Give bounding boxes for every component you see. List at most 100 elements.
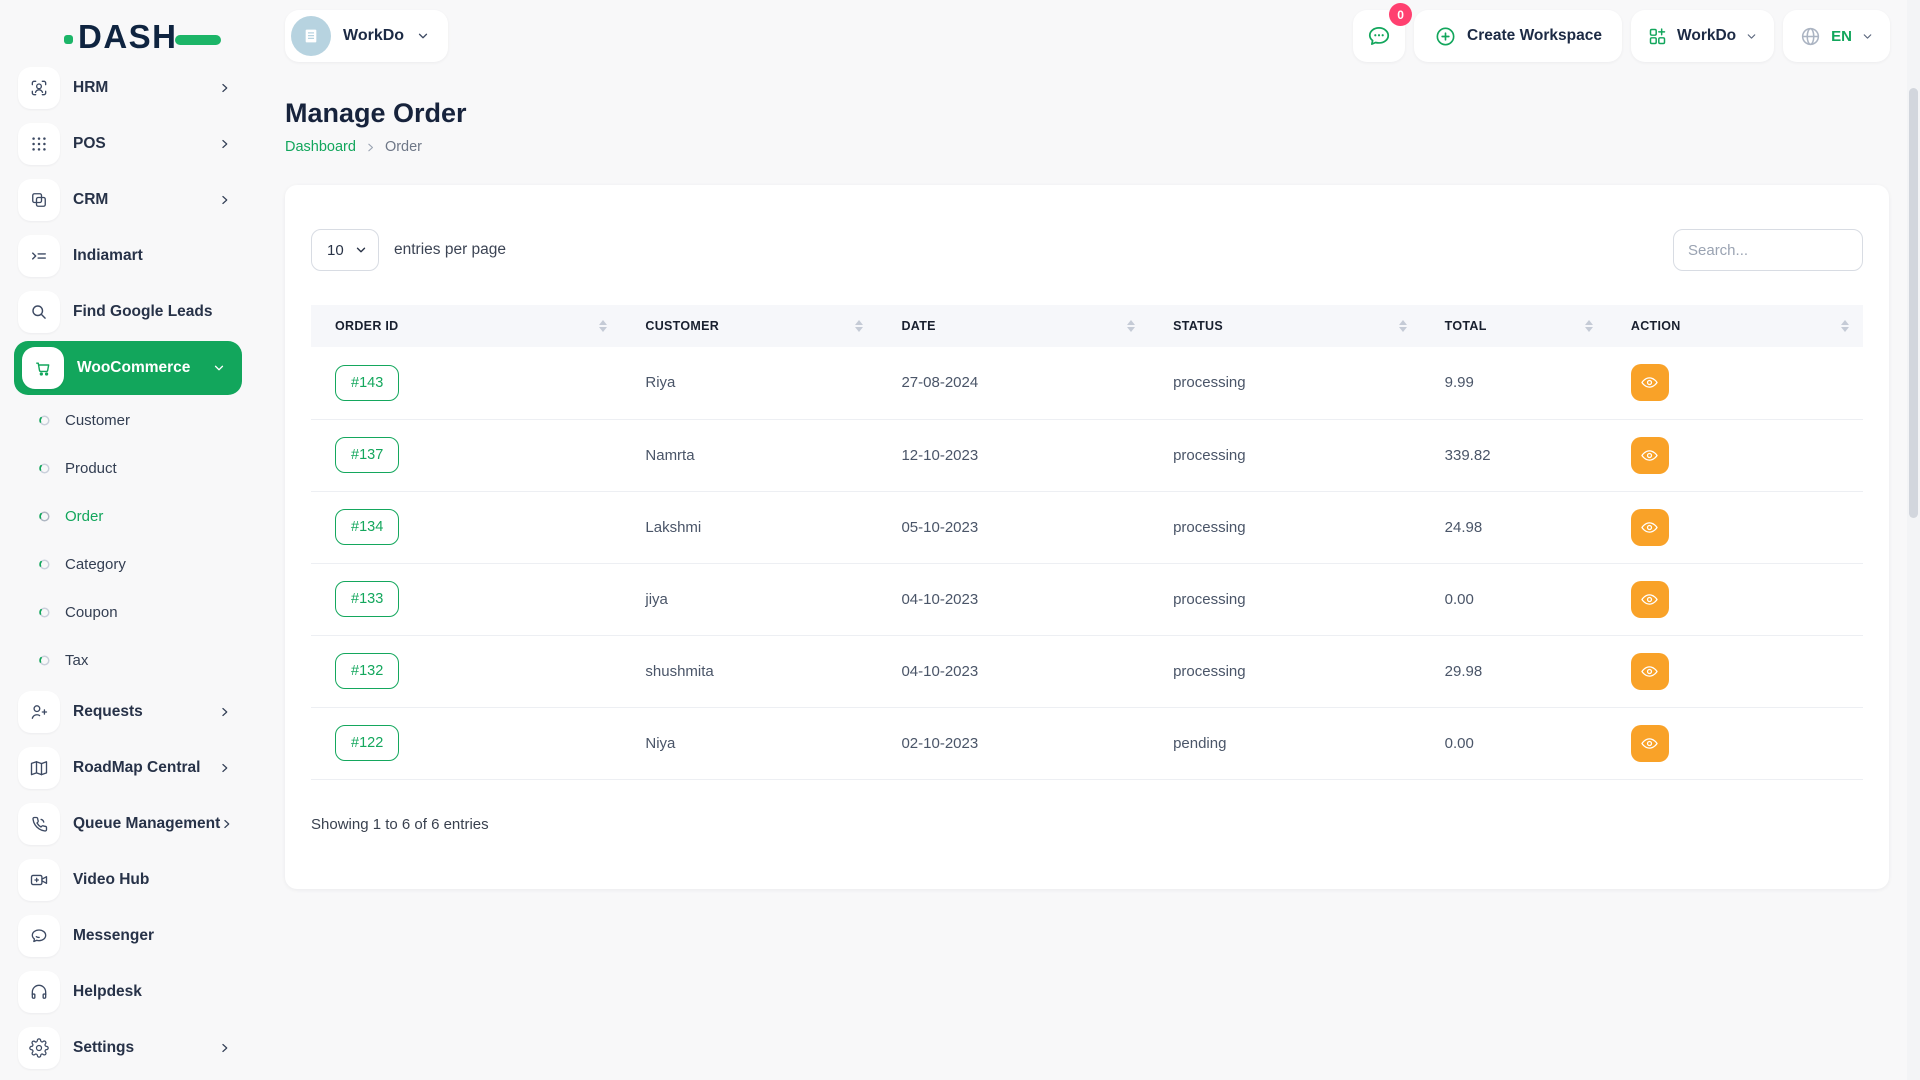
table-row: #143 Riya 27-08-2024 processing 9.99 <box>311 347 1863 419</box>
sidebar-item-label: Queue Management <box>73 815 220 833</box>
chevron-right-icon <box>218 761 232 775</box>
workspace-name: WorkDo <box>343 27 404 45</box>
bullet-icon <box>38 606 51 619</box>
orders-table-body: #143 Riya 27-08-2024 processing 9.99 #13… <box>311 347 1863 779</box>
date-cell: 27-08-2024 <box>877 347 1149 419</box>
status-cell: processing <box>1149 419 1421 491</box>
action-cell <box>1607 635 1863 707</box>
column-header-date[interactable]: DATE <box>877 305 1149 347</box>
column-header-total[interactable]: TOTAL <box>1421 305 1607 347</box>
order-id-cell: #134 <box>311 491 621 563</box>
sidebar-item-indiamart[interactable]: Indiamart <box>0 228 252 284</box>
sidebar-item-label: Video Hub <box>73 871 232 889</box>
chevron-right-icon <box>220 817 234 831</box>
chat-icon <box>1366 23 1392 49</box>
sidebar-item-settings[interactable]: Settings <box>0 1020 252 1076</box>
sidebar-subitem-product[interactable]: Product <box>0 444 252 492</box>
total-cell: 0.00 <box>1421 707 1607 779</box>
chevron-down-icon <box>416 29 430 43</box>
sidebar-item-label: RoadMap Central <box>73 759 218 777</box>
workspace-selector[interactable]: WorkDo <box>285 10 448 62</box>
view-order-button[interactable] <box>1631 364 1669 401</box>
eye-icon <box>1640 373 1659 392</box>
sidebar-item-crm[interactable]: CRM <box>0 172 252 228</box>
order-id-badge[interactable]: #134 <box>335 509 399 545</box>
bullet-icon <box>38 414 51 427</box>
table-row: #134 Lakshmi 05-10-2023 processing 24.98 <box>311 491 1863 563</box>
view-order-button[interactable] <box>1631 725 1669 762</box>
breadcrumb-dashboard-link[interactable]: Dashboard <box>285 139 356 155</box>
sidebar-item-label: Find Google Leads <box>73 303 232 321</box>
sidebar-item-label: WooCommerce <box>77 359 212 377</box>
main-content: Manage Order Dashboard Order 10 entries … <box>252 72 1920 889</box>
order-id-badge[interactable]: #137 <box>335 437 399 473</box>
sidebar-item-helpdesk[interactable]: Helpdesk <box>0 964 252 1020</box>
scrollbar-thumb[interactable] <box>1909 88 1918 518</box>
orders-card: 10 entries per page ORDER ID CUSTOMER DA… <box>285 185 1889 889</box>
sort-icon <box>1585 320 1593 332</box>
column-header-status[interactable]: STATUS <box>1149 305 1421 347</box>
sidebar-item-pos[interactable]: POS <box>0 116 252 172</box>
column-header-order-id[interactable]: ORDER ID <box>311 305 621 347</box>
search-input[interactable] <box>1673 229 1863 271</box>
date-cell: 02-10-2023 <box>877 707 1149 779</box>
sidebar-item-roadmap-central[interactable]: RoadMap Central <box>0 740 252 796</box>
order-id-cell: #122 <box>311 707 621 779</box>
customer-cell: jiya <box>621 563 877 635</box>
order-id-badge[interactable]: #122 <box>335 725 399 761</box>
order-id-badge[interactable]: #143 <box>335 365 399 401</box>
entries-per-page-label: entries per page <box>394 241 506 259</box>
view-order-button[interactable] <box>1631 653 1669 690</box>
chevron-right-icon <box>218 193 232 207</box>
sidebar-item-video-hub[interactable]: Video Hub <box>0 852 252 908</box>
sidebar-subitem-order[interactable]: Order <box>0 492 252 540</box>
sidebar-subitem-tax[interactable]: Tax <box>0 636 252 684</box>
sidebar-item-woocommerce[interactable]: WooCommerce <box>14 341 242 395</box>
vertical-scrollbar[interactable] <box>1907 0 1920 1080</box>
entries-per-page-select[interactable]: 10 <box>311 229 379 271</box>
chevron-right-icon <box>218 137 232 151</box>
customer-cell: Lakshmi <box>621 491 877 563</box>
action-cell <box>1607 347 1863 419</box>
customer-cell: Riya <box>621 347 877 419</box>
sidebar-subitem-category[interactable]: Category <box>0 540 252 588</box>
sidebar-item-hrm[interactable]: HRM <box>0 60 252 116</box>
logo-bar <box>175 35 221 45</box>
dash-logo[interactable]: DASH <box>64 18 221 56</box>
sidebar-subitem-label: Coupon <box>65 604 118 621</box>
column-header-customer[interactable]: CUSTOMER <box>621 305 877 347</box>
workdo-menu-button[interactable]: WorkDo <box>1631 10 1774 62</box>
customer-cell: Namrta <box>621 419 877 491</box>
order-id-badge[interactable]: #133 <box>335 581 399 617</box>
status-cell: pending <box>1149 707 1421 779</box>
view-order-button[interactable] <box>1631 509 1669 546</box>
entries-summary: Showing 1 to 6 of 6 entries <box>311 816 1863 833</box>
sidebar-item-label: Requests <box>73 703 218 721</box>
total-cell: 24.98 <box>1421 491 1607 563</box>
sidebar-item-find-google-leads[interactable]: Find Google Leads <box>0 284 252 340</box>
messages-button[interactable]: 0 <box>1353 10 1405 62</box>
view-order-button[interactable] <box>1631 581 1669 618</box>
grid-dots-icon <box>18 123 60 165</box>
bullet-icon <box>38 510 51 523</box>
total-cell: 9.99 <box>1421 347 1607 419</box>
eye-icon <box>1640 446 1659 465</box>
chevron-down-icon <box>354 243 368 257</box>
order-id-badge[interactable]: #132 <box>335 653 399 689</box>
total-cell: 0.00 <box>1421 563 1607 635</box>
chevron-down-icon <box>1745 30 1758 43</box>
status-cell: processing <box>1149 563 1421 635</box>
column-header-action[interactable]: ACTION <box>1607 305 1863 347</box>
workdo-menu-label: WorkDo <box>1677 27 1736 45</box>
language-selector[interactable]: EN <box>1783 10 1890 62</box>
customer-cell: Niya <box>621 707 877 779</box>
sidebar-subitem-coupon[interactable]: Coupon <box>0 588 252 636</box>
sidebar-item-requests[interactable]: Requests <box>0 684 252 740</box>
eye-icon <box>1640 590 1659 609</box>
sidebar-item-label: CRM <box>73 191 218 209</box>
sidebar-item-queue-management[interactable]: Queue Management <box>0 796 252 852</box>
view-order-button[interactable] <box>1631 437 1669 474</box>
sidebar-subitem-customer[interactable]: Customer <box>0 396 252 444</box>
sidebar-item-messenger[interactable]: Messenger <box>0 908 252 964</box>
create-workspace-button[interactable]: Create Workspace <box>1414 10 1622 62</box>
